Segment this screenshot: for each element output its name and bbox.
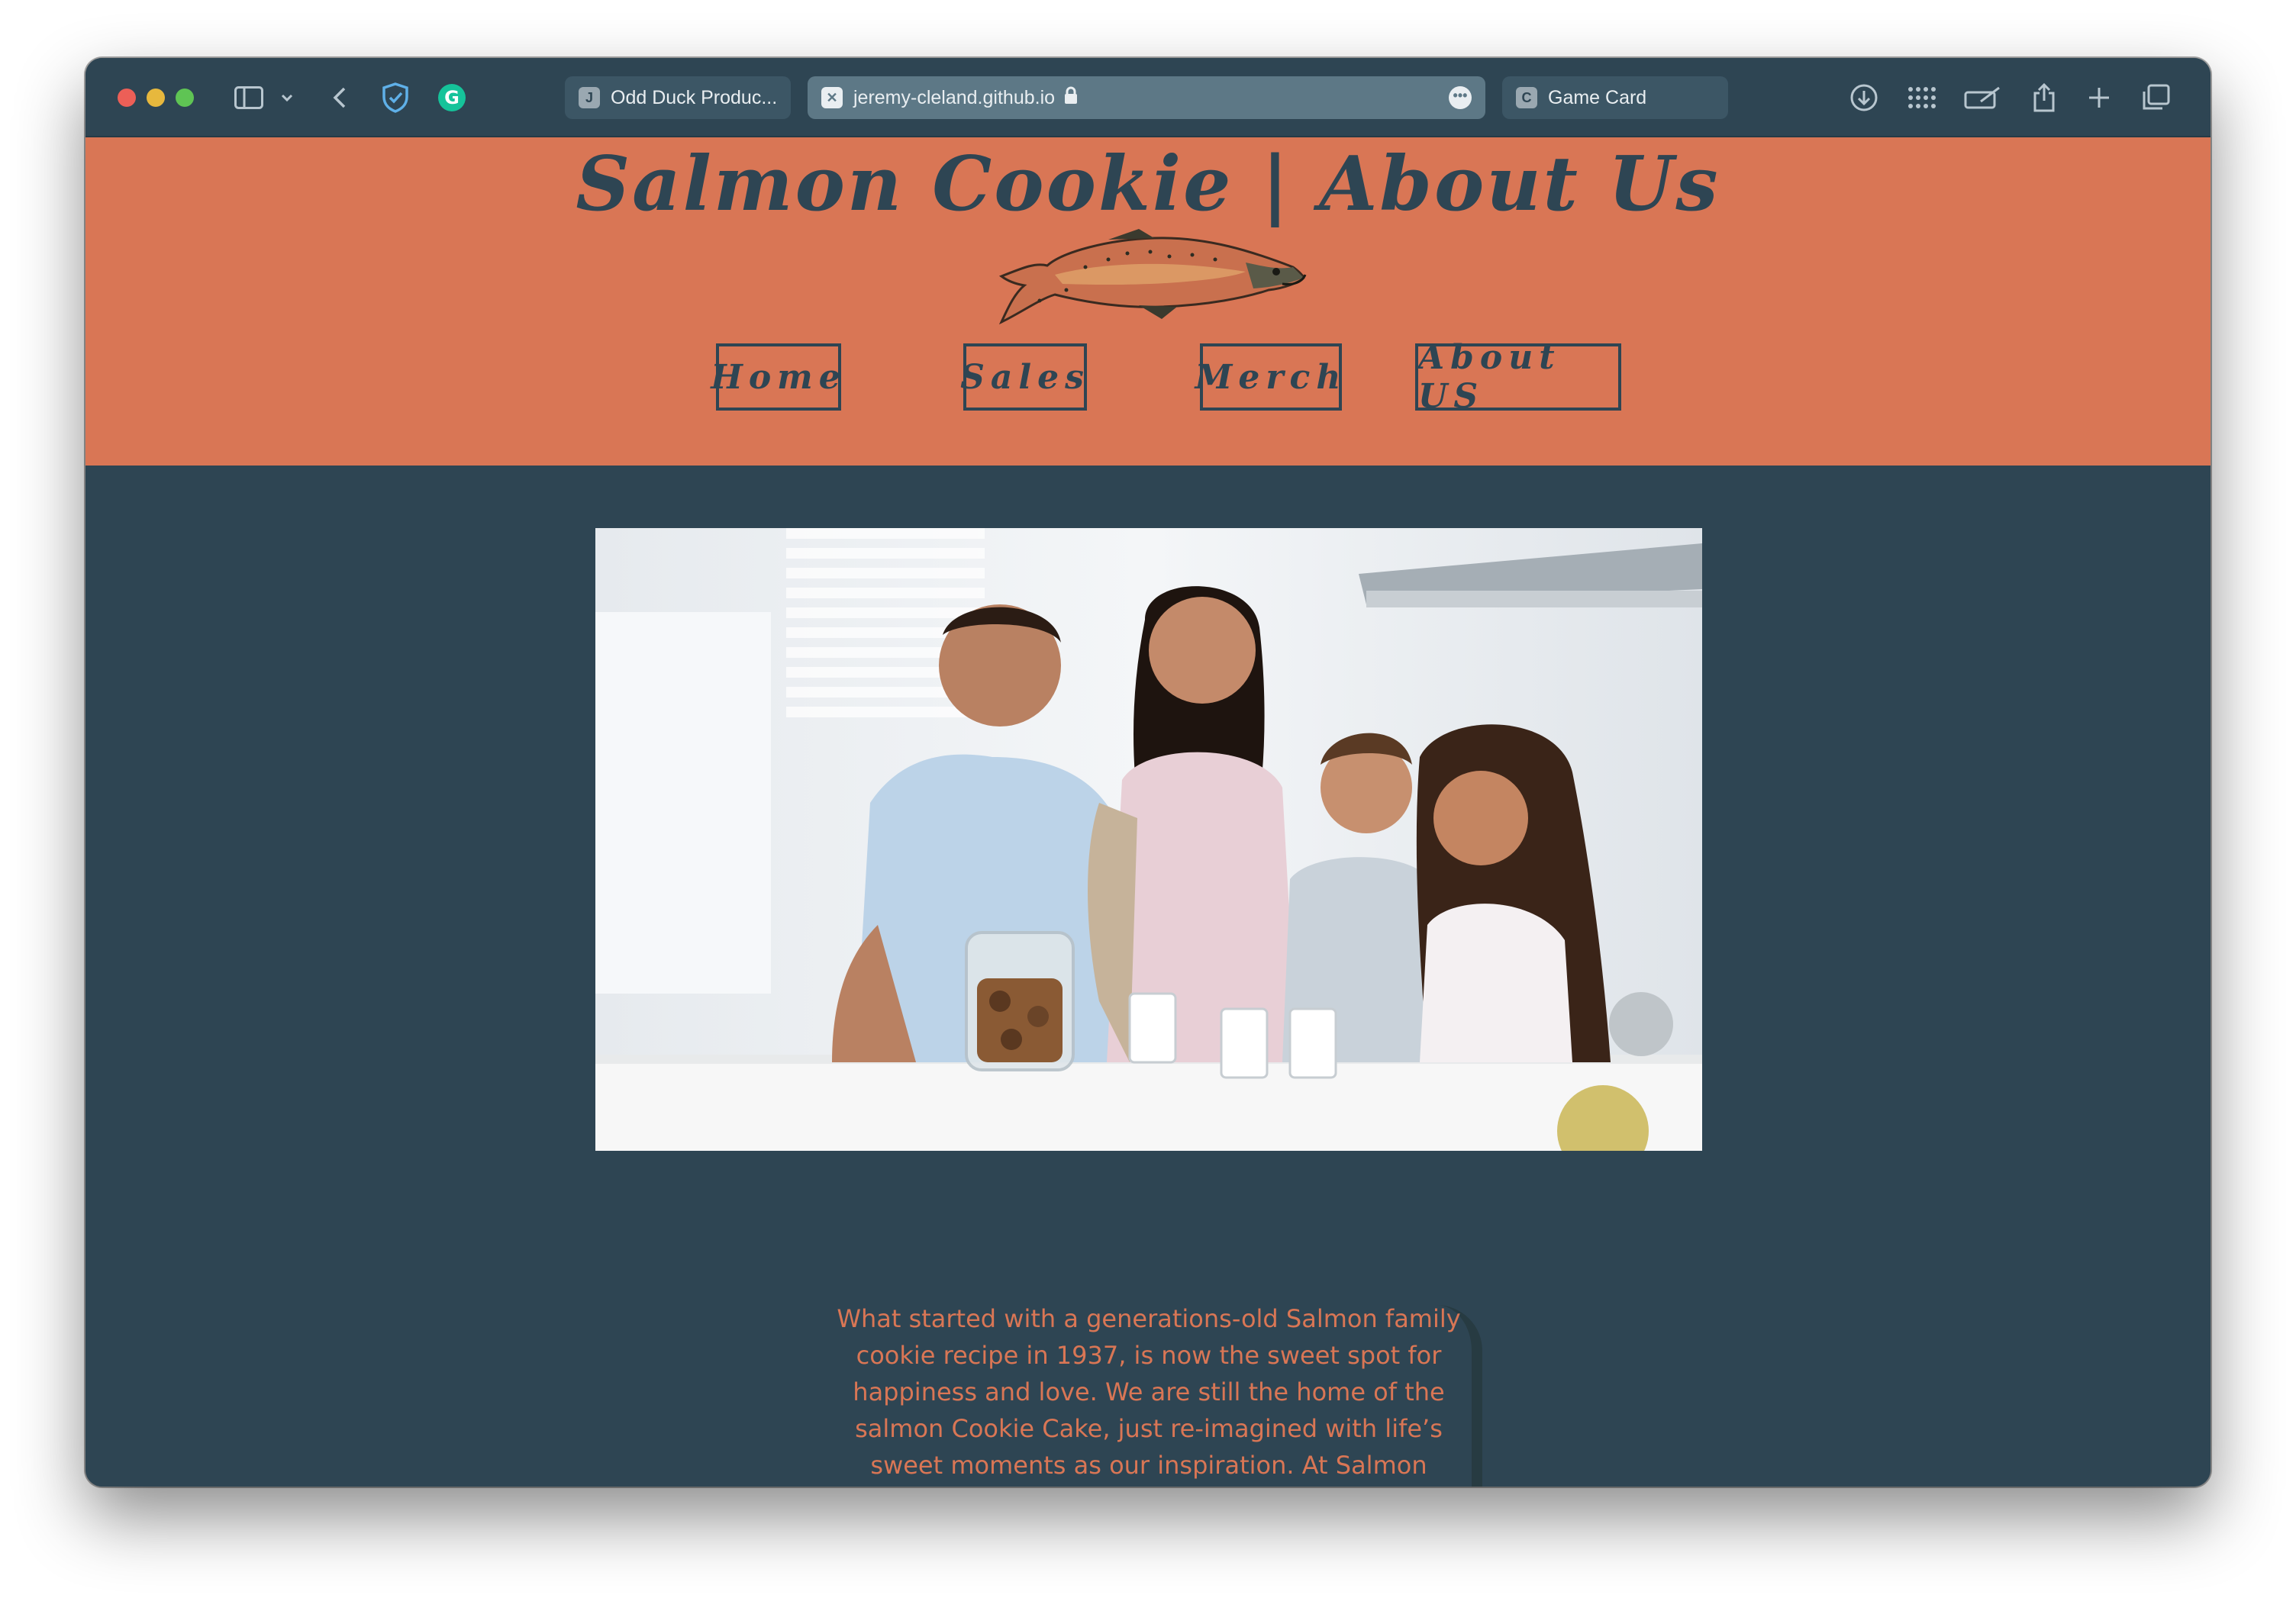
nav-sales-button[interactable]: Sales (960, 343, 1087, 411)
site-header: Salmon Cookie | About Us Home Sales Merc… (85, 137, 2211, 466)
close-window-button[interactable] (118, 89, 136, 107)
more-options-icon[interactable]: ••• (1449, 86, 1472, 109)
edit-icon[interactable] (1963, 81, 2003, 114)
new-tab-icon[interactable] (2084, 81, 2114, 114)
family-photo (595, 528, 1702, 1151)
grid-icon[interactable] (1905, 81, 1939, 114)
tab-overview-icon[interactable] (2139, 81, 2172, 114)
tab-odd-duck[interactable]: J Odd Duck Produc... (565, 76, 791, 119)
shield-icon[interactable] (379, 81, 412, 114)
tab-label: Game Card (1548, 86, 1647, 108)
tab-active-url[interactable]: ✕ jeremy-cleland.github.io ••• (808, 76, 1485, 119)
salmon-logo (998, 229, 1307, 325)
tab-favicon: J (579, 87, 600, 108)
url-text[interactable]: jeremy-cleland.github.io (853, 87, 1055, 109)
web-page: Salmon Cookie | About Us Home Sales Merc… (85, 137, 2211, 1487)
zoom-window-button[interactable] (176, 89, 194, 107)
page-title: Salmon Cookie | About Us (576, 140, 1720, 228)
tab-favicon: C (1516, 87, 1537, 108)
svg-text:G: G (444, 87, 460, 108)
nav-merch-button[interactable]: Merch (1195, 343, 1342, 411)
grammarly-icon[interactable]: G (435, 81, 469, 114)
chevron-down-icon[interactable] (278, 81, 296, 114)
tab-game-card[interactable]: C Game Card (1502, 76, 1728, 119)
lock-icon (1064, 86, 1078, 110)
share-icon[interactable] (2029, 81, 2059, 114)
nav-home-button[interactable]: Home (711, 343, 841, 411)
sidebar-toggle-icon[interactable] (232, 81, 266, 114)
close-icon[interactable]: ✕ (821, 87, 843, 108)
tab-label: Odd Duck Produc... (611, 86, 778, 108)
browser-toolbar: G J Odd Duck Produc... ✕ jeremy-cleland.… (85, 58, 2211, 137)
minimize-window-button[interactable] (147, 89, 165, 107)
back-arrow-icon[interactable] (328, 81, 351, 114)
about-text: What started with a generations-old Salm… (837, 1304, 1461, 1480)
download-icon[interactable] (1847, 81, 1881, 114)
nav-about-button[interactable]: About US (1415, 338, 1621, 416)
browser-window: G J Odd Duck Produc... ✕ jeremy-cleland.… (85, 58, 2211, 1487)
